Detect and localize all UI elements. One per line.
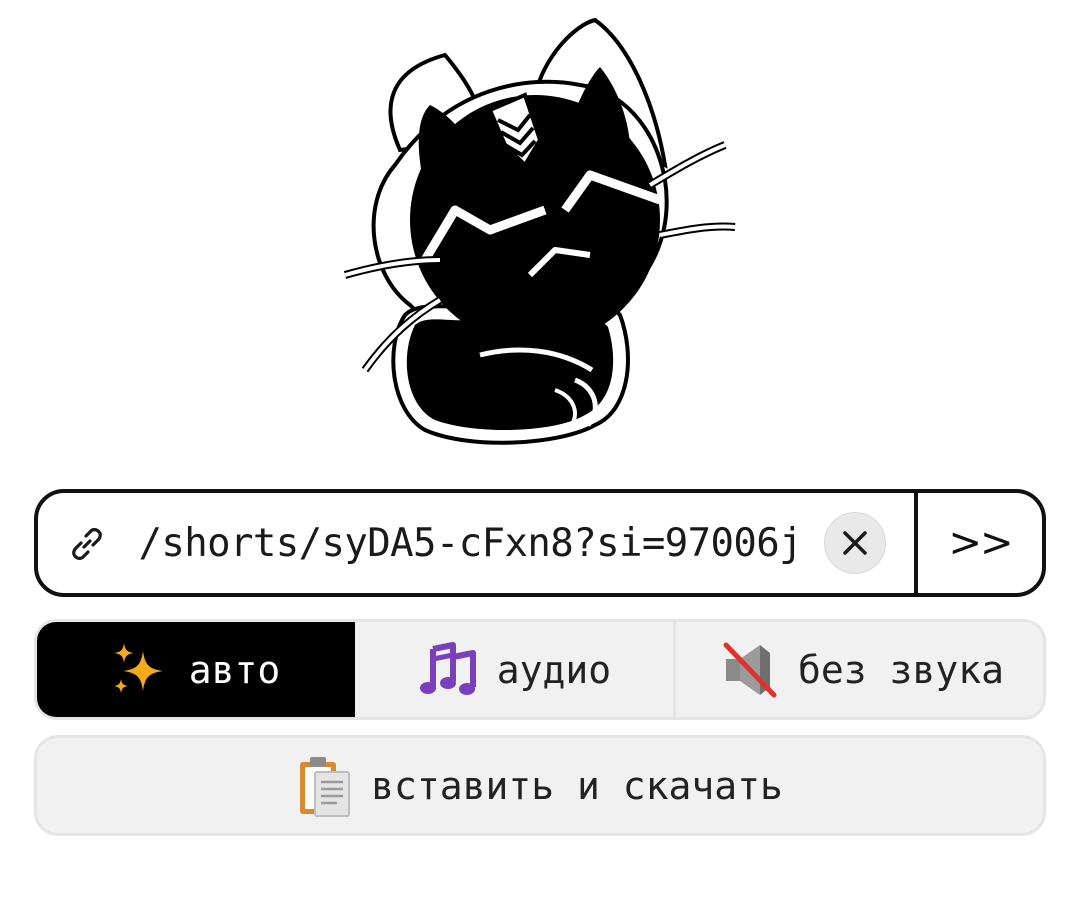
mode-audio-label: аудио	[496, 647, 612, 692]
paste-and-download-label: вставить и скачать	[371, 763, 783, 808]
paste-and-download-button[interactable]: вставить и скачать	[34, 735, 1046, 836]
clipboard-icon	[300, 756, 351, 817]
mode-mute-label: без звука	[798, 647, 1004, 692]
mode-switcher: авто аудио без звука	[34, 619, 1046, 720]
link-icon	[72, 528, 102, 560]
url-input[interactable]	[138, 513, 802, 573]
close-icon	[843, 531, 867, 555]
url-input-area[interactable]	[38, 493, 916, 593]
clear-button[interactable]	[824, 512, 886, 574]
cat-logo	[330, 15, 750, 455]
black-cat-logo-icon	[343, 17, 736, 445]
sparkles-icon	[113, 642, 163, 693]
url-bar: >>	[34, 489, 1046, 597]
music-notes-icon	[419, 641, 476, 695]
muted-speaker-icon	[723, 642, 777, 697]
mode-auto-button[interactable]: авто	[37, 622, 355, 717]
mode-auto-label: авто	[188, 647, 281, 692]
submit-button[interactable]: >>	[918, 493, 1042, 593]
mode-mute-button[interactable]: без звука	[676, 622, 1043, 717]
mode-audio-button[interactable]: аудио	[355, 622, 676, 717]
